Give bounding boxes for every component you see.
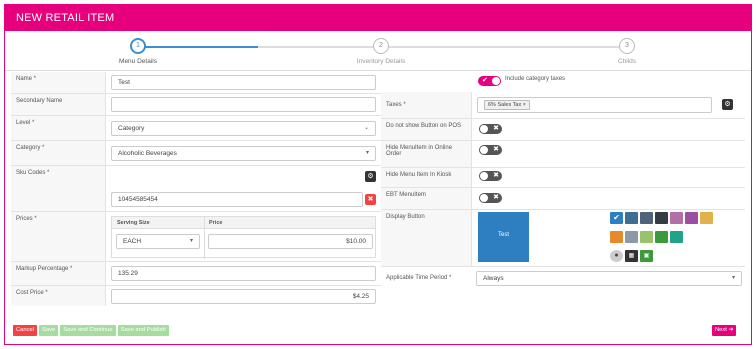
include-tax-label: Include category taxes <box>505 76 566 82</box>
color-swatch[interactable] <box>670 231 683 243</box>
stepper: 1 Menu Details 2 Inventory Details 3 Chi… <box>5 31 751 71</box>
level-select[interactable]: Category ⌄ <box>111 121 376 136</box>
x-icon: ✖ <box>493 125 499 132</box>
step-2-label: Inventory Details <box>356 58 406 65</box>
action-bar: Cancel Save Save and Continue Save and P… <box>13 325 169 336</box>
step-1-circle[interactable]: 1 <box>130 38 146 54</box>
color-swatch[interactable] <box>700 212 713 224</box>
markup-label: Markup Percentage * <box>11 262 106 285</box>
secondary-name-label: Secondary Name <box>11 94 106 115</box>
serving-size-header: Serving Size <box>117 220 150 226</box>
ebt-toggle[interactable]: ✖ <box>479 193 502 203</box>
step-track-done <box>138 46 258 48</box>
caret-down-icon: ▾ <box>731 275 735 281</box>
no-show-pos-label: Do not show Button on POS <box>381 119 472 140</box>
save-button[interactable]: Save <box>39 325 59 336</box>
cost-label: Cost Price * <box>11 286 106 306</box>
step-2-circle[interactable]: 2 <box>373 38 389 54</box>
color-swatch[interactable] <box>640 231 653 243</box>
include-tax-toggle[interactable]: ✔ <box>478 76 501 86</box>
sku-label: Sku Codes * <box>11 166 106 211</box>
step-3-label: Childs <box>617 58 637 65</box>
color-swatch[interactable] <box>625 212 638 224</box>
color-swatch[interactable] <box>685 212 698 224</box>
display-button-preview: Test <box>478 212 529 262</box>
serving-size-select[interactable]: EACH ▾ <box>116 234 200 249</box>
serving-size-value: EACH <box>123 238 142 245</box>
no-show-pos-toggle[interactable]: ✖ <box>479 124 502 134</box>
time-period-label: Applicable Time Period * <box>381 267 472 288</box>
image-icon[interactable]: ▣ <box>640 250 653 262</box>
hide-online-toggle[interactable]: ✖ <box>479 145 502 155</box>
x-icon: ✖ <box>493 172 499 179</box>
palette-icon[interactable]: ● <box>610 250 623 262</box>
secondary-name-input[interactable] <box>111 97 376 112</box>
left-form: Name * Test Secondary Name Level * Categ… <box>11 72 381 306</box>
time-period-value: Always <box>483 275 504 282</box>
color-swatch[interactable] <box>655 212 668 224</box>
chevron-down-icon: ⌄ <box>363 125 369 131</box>
color-swatch[interactable] <box>670 212 683 224</box>
caret-down-icon: ▾ <box>189 238 193 244</box>
color-swatch[interactable] <box>640 212 653 224</box>
prices-label: Prices * <box>11 212 106 261</box>
step-track <box>388 46 620 48</box>
category-select[interactable]: Alcoholic Beverages ▾ <box>111 146 376 161</box>
save-continue-button[interactable]: Save and Continue <box>60 325 116 336</box>
color-swatch-selected[interactable]: ✔ <box>610 212 623 224</box>
level-value: Category <box>118 125 145 132</box>
color-swatch[interactable] <box>610 231 623 243</box>
step-1-label: Menu Details <box>119 58 157 65</box>
level-label: Level * <box>11 116 106 140</box>
next-button[interactable]: Next ➔ <box>712 325 737 336</box>
file-icon[interactable]: ▦ <box>625 250 638 262</box>
hide-kiosk-label: Hide Menu Item In Kiosk <box>381 168 472 187</box>
remove-sku-button[interactable]: ✖ <box>365 194 376 205</box>
cost-input[interactable]: $4.25 <box>111 289 376 304</box>
right-form: ✔ Include category taxes Taxes * 6% Sale… <box>381 72 745 288</box>
color-swatch[interactable] <box>655 231 668 243</box>
modal-title: NEW RETAIL ITEM <box>5 5 751 31</box>
step-3-circle[interactable]: 3 <box>619 38 635 54</box>
price-header: Price <box>209 220 223 226</box>
markup-input[interactable]: 135.29 <box>111 266 376 281</box>
price-input[interactable]: $10.00 <box>208 234 373 249</box>
taxes-label: Taxes * <box>381 92 472 118</box>
hide-kiosk-toggle[interactable]: ✖ <box>479 171 502 181</box>
add-sku-button[interactable]: ⚙ <box>365 171 376 182</box>
taxes-input[interactable]: 6% Sales Tax × <box>477 97 712 113</box>
x-icon: ✖ <box>493 146 499 153</box>
time-period-select[interactable]: Always ▾ <box>476 271 742 286</box>
display-button-label: Display Button <box>381 210 472 266</box>
category-label: Category * <box>11 141 106 165</box>
hide-online-label: Hide MenuItem in Online Order <box>381 141 472 167</box>
name-label: Name * <box>11 72 106 93</box>
name-input[interactable]: Test <box>111 75 376 90</box>
cancel-button[interactable]: Cancel <box>13 325 38 336</box>
save-publish-button[interactable]: Save and Publish <box>117 325 169 336</box>
prices-table: Serving Size Price EACH ▾ $10.00 <box>111 216 376 259</box>
add-tax-button[interactable]: ⚙ <box>722 99 733 110</box>
category-value: Alcoholic Beverages <box>118 150 177 157</box>
ebt-label: EBT MenuItem <box>381 188 472 209</box>
tax-chip[interactable]: 6% Sales Tax × <box>484 100 530 110</box>
caret-down-icon: ▾ <box>365 150 369 156</box>
check-icon: ✔ <box>482 77 488 84</box>
x-icon: ✖ <box>493 194 499 201</box>
color-swatch[interactable] <box>625 231 638 243</box>
sku-input[interactable]: 10454585454 <box>111 192 363 207</box>
